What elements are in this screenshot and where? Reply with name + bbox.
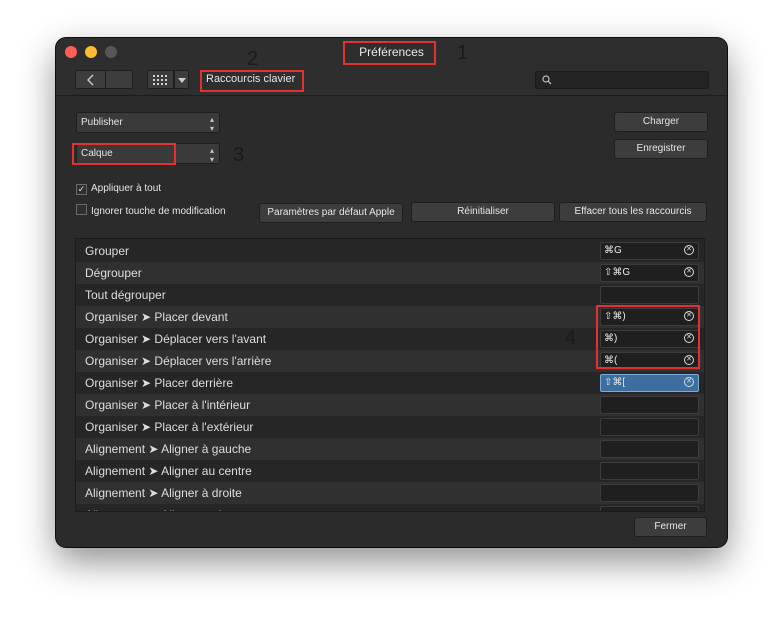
chevron-down-icon (177, 78, 186, 83)
clear-shortcut-icon[interactable]: ✕ (684, 245, 694, 255)
show-all-dropdown[interactable] (174, 70, 189, 89)
select-arrows-icon: ▴ ▾ (209, 146, 214, 164)
list-item[interactable]: Organiser ➤ Placer à l'intérieur (76, 394, 704, 416)
apply-all-checkbox[interactable]: ✓ Appliquer à tout (76, 183, 161, 195)
load-button[interactable]: Charger (614, 112, 708, 132)
clear-shortcut-icon[interactable]: ✕ (684, 333, 694, 343)
shortcut-label: Alignement ➤ Aligner en haut (85, 504, 242, 511)
grid-icon (152, 75, 167, 85)
preferences-window: Préférences Raccourcis clavier Publisher… (56, 38, 727, 547)
clear-shortcut-icon[interactable]: ✕ (684, 311, 694, 321)
shortcut-field[interactable] (600, 396, 699, 414)
category-select[interactable]: Calque ▴ ▾ (76, 143, 220, 164)
list-item[interactable]: Alignement ➤ Aligner à gauche (76, 438, 704, 460)
select-arrows-icon: ▴ ▾ (209, 115, 214, 133)
shortcut-field[interactable]: ⌘( ✕ (600, 352, 699, 370)
shortcut-label: Organiser ➤ Placer devant (85, 310, 228, 324)
breadcrumb: Raccourcis clavier (206, 73, 296, 85)
search-field[interactable] (535, 71, 709, 89)
shortcut-field[interactable] (600, 462, 699, 480)
title-bar: Préférences (56, 38, 727, 66)
search-icon (542, 75, 552, 85)
shortcut-label: Dégrouper (85, 266, 142, 280)
close-button[interactable]: Fermer (634, 517, 707, 537)
shortcuts-pane: Publisher ▴ ▾ Calque ▴ ▾ Charger Enregistr… (56, 96, 727, 547)
shortcut-value: ⇧⌘) (604, 311, 626, 322)
list-item[interactable]: Alignement ➤ Aligner au centre (76, 460, 704, 482)
ignore-modifier-label: Ignorer touche de modification (91, 206, 226, 217)
list-item[interactable]: Organiser ➤ Placer à l'extérieur (76, 416, 704, 438)
chevron-left-icon (86, 74, 93, 86)
shortcut-label: Alignement ➤ Aligner au centre (85, 464, 252, 478)
shortcut-label: Organiser ➤ Placer à l'extérieur (85, 420, 254, 434)
checkmark-icon: ✓ (76, 184, 87, 195)
save-button[interactable]: Enregistrer (614, 139, 708, 159)
shortcut-label: Grouper (85, 244, 130, 258)
shortcut-field[interactable]: ⇧⌘) ✕ (600, 308, 699, 326)
shortcut-value: ⇧⌘G (604, 267, 631, 278)
list-item[interactable]: Alignement ➤ Aligner en haut (76, 504, 704, 511)
empty-checkbox-icon (76, 204, 87, 215)
shortcut-label: Organiser ➤ Déplacer vers l'arrière (85, 354, 272, 368)
list-item[interactable]: Grouper ⌘G ✕ (76, 240, 704, 262)
shortcut-field[interactable] (600, 506, 699, 511)
shortcut-label: Tout dégrouper (85, 288, 166, 302)
shortcut-label: Alignement ➤ Aligner à droite (85, 486, 242, 500)
list-item[interactable]: Organiser ➤ Déplacer vers l'avant ⌘) ✕ (76, 328, 704, 350)
ignore-modifier-checkbox[interactable]: Ignorer touche de modification (76, 204, 226, 218)
shortcut-field[interactable] (600, 418, 699, 436)
show-all-button[interactable] (147, 70, 174, 89)
clear-shortcut-icon[interactable]: ✕ (684, 377, 694, 387)
shortcut-field[interactable] (600, 484, 699, 502)
clear-shortcut-icon[interactable]: ✕ (684, 267, 694, 277)
shortcut-label: Organiser ➤ Placer derrière (85, 376, 234, 390)
back-button[interactable] (75, 70, 106, 89)
list-item[interactable]: Dégrouper ⇧⌘G ✕ (76, 262, 704, 284)
annotation-number-4: 4 (565, 327, 577, 349)
shortcut-value: ⌘( (604, 355, 618, 366)
app-select[interactable]: Publisher ▴ ▾ (76, 112, 220, 133)
list-item[interactable]: Alignement ➤ Aligner à droite (76, 482, 704, 504)
shortcut-field[interactable]: ⌘G ✕ (600, 242, 699, 260)
window-title: Préférences (359, 45, 424, 59)
list-item[interactable]: Tout dégrouper (76, 284, 704, 306)
shortcut-field[interactable] (600, 286, 699, 304)
apple-defaults-button[interactable]: Paramètres par défaut Apple (259, 203, 403, 223)
shortcut-field[interactable] (600, 440, 699, 458)
toolbar: Raccourcis clavier (56, 66, 727, 96)
reset-button[interactable]: Réinitialiser (411, 202, 555, 222)
list-item[interactable]: Organiser ➤ Placer derrière ⇧⌘[ ✕ (76, 372, 704, 394)
shortcut-value: ⇧⌘[ (604, 377, 626, 388)
annotation-number-1: 1 (457, 42, 469, 64)
annotation-number-3: 3 (233, 144, 245, 166)
shortcut-value: ⌘G (604, 245, 622, 256)
shortcut-field[interactable]: ⌘) ✕ (600, 330, 699, 348)
forward-button[interactable] (105, 70, 133, 89)
shortcut-field-active[interactable]: ⇧⌘[ ✕ (600, 374, 699, 392)
shortcut-label: Organiser ➤ Déplacer vers l'avant (85, 332, 267, 346)
clear-all-button[interactable]: Effacer tous les raccourcis (559, 202, 707, 222)
app-select-value: Publisher (81, 117, 123, 128)
list-item[interactable]: Organiser ➤ Placer devant ⇧⌘) ✕ (76, 306, 704, 328)
shortcuts-list: Grouper ⌘G ✕ Dégrouper ⇧⌘G ✕ Tout dégrou… (75, 238, 705, 512)
shortcut-label: Alignement ➤ Aligner à gauche (85, 442, 252, 456)
annotation-number-2: 2 (247, 48, 259, 70)
clear-shortcut-icon[interactable]: ✕ (684, 355, 694, 365)
list-item[interactable]: Organiser ➤ Déplacer vers l'arrière ⌘( ✕ (76, 350, 704, 372)
apply-all-label: Appliquer à tout (91, 183, 162, 194)
category-select-value: Calque (81, 148, 113, 159)
shortcut-label: Organiser ➤ Placer à l'intérieur (85, 398, 251, 412)
shortcut-value: ⌘) (604, 333, 618, 344)
shortcut-field[interactable]: ⇧⌘G ✕ (600, 264, 699, 282)
